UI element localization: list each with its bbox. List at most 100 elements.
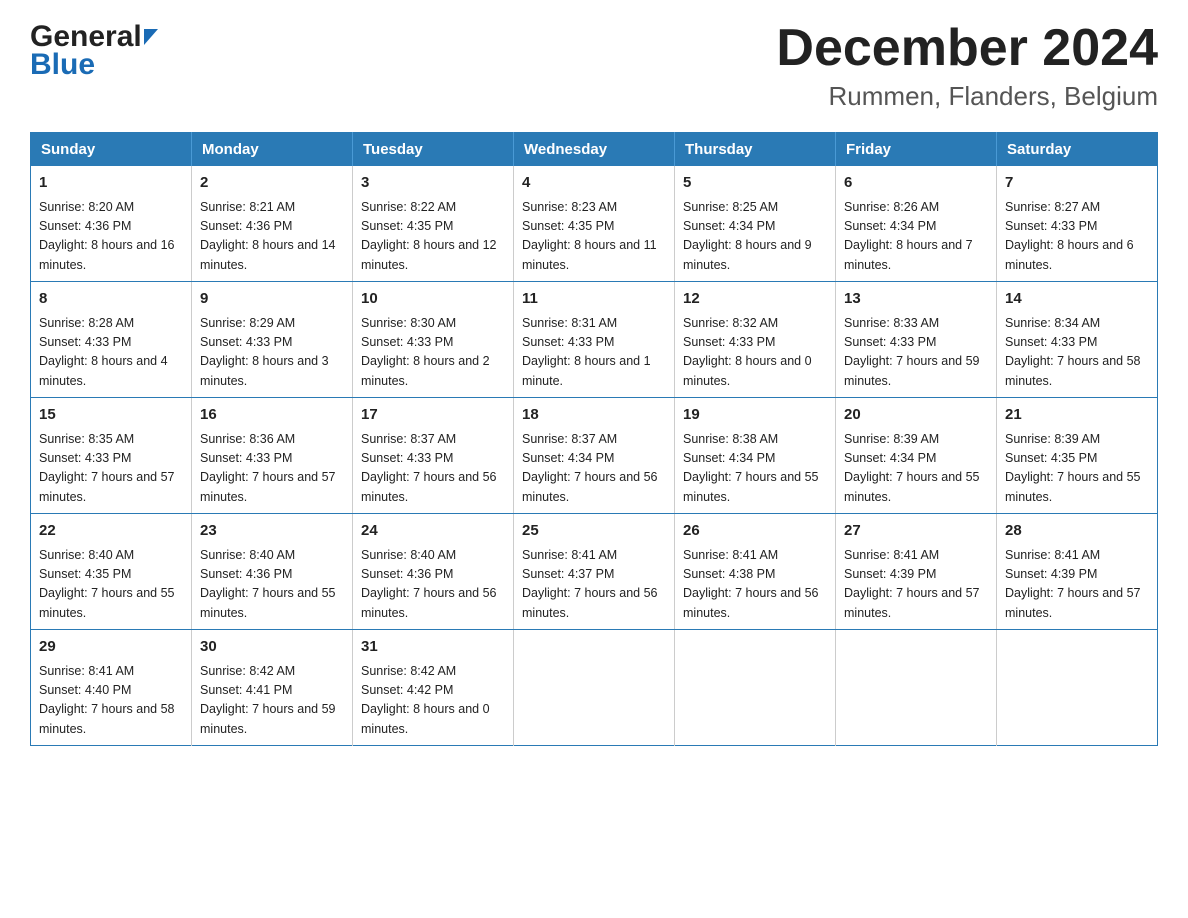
day-number: 11	[522, 288, 666, 311]
day-info: Sunrise: 8:40 AM Sunset: 4:35 PM Dayligh…	[39, 546, 183, 624]
sunrise-label: Sunrise: 8:20 AM	[39, 200, 134, 214]
calendar-cell: 26 Sunrise: 8:41 AM Sunset: 4:38 PM Dayl…	[675, 514, 836, 630]
day-number: 28	[1005, 520, 1149, 543]
daylight-label: Daylight: 8 hours and 0 minutes.	[361, 702, 490, 735]
sunrise-label: Sunrise: 8:26 AM	[844, 200, 939, 214]
calendar-table: SundayMondayTuesdayWednesdayThursdayFrid…	[30, 132, 1158, 746]
daylight-label: Daylight: 8 hours and 6 minutes.	[1005, 238, 1134, 271]
day-number: 10	[361, 288, 505, 311]
calendar-cell: 18 Sunrise: 8:37 AM Sunset: 4:34 PM Dayl…	[514, 398, 675, 514]
day-info: Sunrise: 8:41 AM Sunset: 4:40 PM Dayligh…	[39, 662, 183, 740]
day-info: Sunrise: 8:23 AM Sunset: 4:35 PM Dayligh…	[522, 198, 666, 276]
sunrise-label: Sunrise: 8:40 AM	[39, 548, 134, 562]
calendar-week-row: 1 Sunrise: 8:20 AM Sunset: 4:36 PM Dayli…	[31, 166, 1158, 282]
sunrise-label: Sunrise: 8:42 AM	[200, 664, 295, 678]
col-header-saturday: Saturday	[997, 133, 1158, 167]
day-info: Sunrise: 8:28 AM Sunset: 4:33 PM Dayligh…	[39, 314, 183, 392]
calendar-cell: 20 Sunrise: 8:39 AM Sunset: 4:34 PM Dayl…	[836, 398, 997, 514]
day-number: 2	[200, 172, 344, 195]
sunrise-label: Sunrise: 8:25 AM	[683, 200, 778, 214]
calendar-cell: 17 Sunrise: 8:37 AM Sunset: 4:33 PM Dayl…	[353, 398, 514, 514]
sunset-label: Sunset: 4:35 PM	[39, 567, 131, 581]
day-info: Sunrise: 8:41 AM Sunset: 4:39 PM Dayligh…	[844, 546, 988, 624]
sunrise-label: Sunrise: 8:41 AM	[1005, 548, 1100, 562]
day-number: 31	[361, 636, 505, 659]
daylight-label: Daylight: 7 hours and 57 minutes.	[1005, 586, 1141, 619]
day-info: Sunrise: 8:40 AM Sunset: 4:36 PM Dayligh…	[361, 546, 505, 624]
sunrise-label: Sunrise: 8:41 AM	[844, 548, 939, 562]
calendar-cell: 25 Sunrise: 8:41 AM Sunset: 4:37 PM Dayl…	[514, 514, 675, 630]
calendar-cell	[997, 630, 1158, 746]
day-number: 30	[200, 636, 344, 659]
sunset-label: Sunset: 4:35 PM	[361, 219, 453, 233]
sunset-label: Sunset: 4:36 PM	[200, 567, 292, 581]
sunrise-label: Sunrise: 8:41 AM	[522, 548, 617, 562]
calendar-cell	[514, 630, 675, 746]
sunset-label: Sunset: 4:35 PM	[1005, 451, 1097, 465]
daylight-label: Daylight: 7 hours and 59 minutes.	[200, 702, 336, 735]
sunset-label: Sunset: 4:33 PM	[200, 451, 292, 465]
col-header-thursday: Thursday	[675, 133, 836, 167]
sunset-label: Sunset: 4:40 PM	[39, 683, 131, 697]
daylight-label: Daylight: 8 hours and 11 minutes.	[522, 238, 657, 271]
calendar-cell	[675, 630, 836, 746]
daylight-label: Daylight: 8 hours and 7 minutes.	[844, 238, 973, 271]
day-info: Sunrise: 8:42 AM Sunset: 4:41 PM Dayligh…	[200, 662, 344, 740]
sunset-label: Sunset: 4:37 PM	[522, 567, 614, 581]
sunrise-label: Sunrise: 8:32 AM	[683, 316, 778, 330]
sunset-label: Sunset: 4:34 PM	[844, 451, 936, 465]
day-info: Sunrise: 8:25 AM Sunset: 4:34 PM Dayligh…	[683, 198, 827, 276]
day-number: 9	[200, 288, 344, 311]
col-header-friday: Friday	[836, 133, 997, 167]
day-info: Sunrise: 8:31 AM Sunset: 4:33 PM Dayligh…	[522, 314, 666, 392]
calendar-cell: 10 Sunrise: 8:30 AM Sunset: 4:33 PM Dayl…	[353, 282, 514, 398]
day-number: 14	[1005, 288, 1149, 311]
day-info: Sunrise: 8:41 AM Sunset: 4:38 PM Dayligh…	[683, 546, 827, 624]
sunrise-label: Sunrise: 8:28 AM	[39, 316, 134, 330]
day-info: Sunrise: 8:38 AM Sunset: 4:34 PM Dayligh…	[683, 430, 827, 508]
day-number: 18	[522, 404, 666, 427]
col-header-sunday: Sunday	[31, 133, 192, 167]
day-info: Sunrise: 8:20 AM Sunset: 4:36 PM Dayligh…	[39, 198, 183, 276]
day-number: 12	[683, 288, 827, 311]
sunrise-label: Sunrise: 8:34 AM	[1005, 316, 1100, 330]
calendar-cell: 2 Sunrise: 8:21 AM Sunset: 4:36 PM Dayli…	[192, 166, 353, 282]
sunrise-label: Sunrise: 8:29 AM	[200, 316, 295, 330]
day-number: 20	[844, 404, 988, 427]
day-info: Sunrise: 8:42 AM Sunset: 4:42 PM Dayligh…	[361, 662, 505, 740]
day-number: 5	[683, 172, 827, 195]
sunrise-label: Sunrise: 8:42 AM	[361, 664, 456, 678]
calendar-cell: 29 Sunrise: 8:41 AM Sunset: 4:40 PM Dayl…	[31, 630, 192, 746]
calendar-week-row: 22 Sunrise: 8:40 AM Sunset: 4:35 PM Dayl…	[31, 514, 1158, 630]
sunrise-label: Sunrise: 8:40 AM	[361, 548, 456, 562]
calendar-week-row: 8 Sunrise: 8:28 AM Sunset: 4:33 PM Dayli…	[31, 282, 1158, 398]
daylight-label: Daylight: 8 hours and 3 minutes.	[200, 354, 329, 387]
daylight-label: Daylight: 7 hours and 57 minutes.	[200, 470, 336, 503]
day-number: 26	[683, 520, 827, 543]
sunrise-label: Sunrise: 8:23 AM	[522, 200, 617, 214]
calendar-cell: 15 Sunrise: 8:35 AM Sunset: 4:33 PM Dayl…	[31, 398, 192, 514]
day-number: 4	[522, 172, 666, 195]
daylight-label: Daylight: 7 hours and 56 minutes.	[522, 586, 658, 619]
sunrise-label: Sunrise: 8:40 AM	[200, 548, 295, 562]
sunrise-label: Sunrise: 8:36 AM	[200, 432, 295, 446]
day-number: 6	[844, 172, 988, 195]
calendar-cell: 8 Sunrise: 8:28 AM Sunset: 4:33 PM Dayli…	[31, 282, 192, 398]
day-info: Sunrise: 8:39 AM Sunset: 4:35 PM Dayligh…	[1005, 430, 1149, 508]
day-number: 29	[39, 636, 183, 659]
calendar-cell: 6 Sunrise: 8:26 AM Sunset: 4:34 PM Dayli…	[836, 166, 997, 282]
daylight-label: Daylight: 7 hours and 59 minutes.	[844, 354, 980, 387]
daylight-label: Daylight: 8 hours and 9 minutes.	[683, 238, 812, 271]
sunset-label: Sunset: 4:33 PM	[361, 335, 453, 349]
day-info: Sunrise: 8:26 AM Sunset: 4:34 PM Dayligh…	[844, 198, 988, 276]
calendar-cell: 14 Sunrise: 8:34 AM Sunset: 4:33 PM Dayl…	[997, 282, 1158, 398]
day-number: 16	[200, 404, 344, 427]
day-number: 7	[1005, 172, 1149, 195]
sunrise-label: Sunrise: 8:41 AM	[683, 548, 778, 562]
calendar-cell: 4 Sunrise: 8:23 AM Sunset: 4:35 PM Dayli…	[514, 166, 675, 282]
sunrise-label: Sunrise: 8:21 AM	[200, 200, 295, 214]
daylight-label: Daylight: 8 hours and 0 minutes.	[683, 354, 812, 387]
calendar-cell: 23 Sunrise: 8:40 AM Sunset: 4:36 PM Dayl…	[192, 514, 353, 630]
sunset-label: Sunset: 4:33 PM	[1005, 219, 1097, 233]
sunrise-label: Sunrise: 8:30 AM	[361, 316, 456, 330]
